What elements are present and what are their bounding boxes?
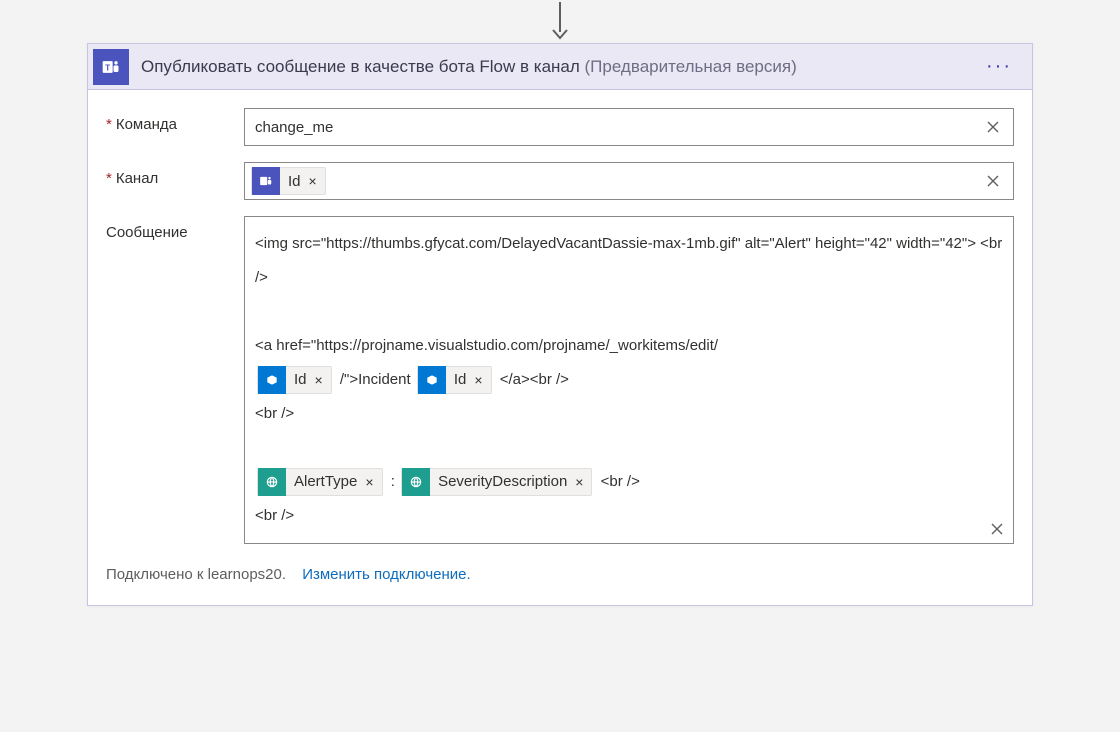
token-id-2[interactable]: Id × (417, 366, 492, 394)
change-connection-link[interactable]: Изменить подключение. (302, 566, 470, 583)
globe-icon (258, 468, 286, 496)
channel-label: *Канал (106, 162, 244, 200)
field-row-channel: *Канал Id × (106, 162, 1014, 200)
channel-input[interactable]: Id × (244, 162, 1014, 200)
connection-footer: Подключено к learnops20. Изменить подклю… (106, 566, 1014, 583)
token-remove-icon[interactable]: × (307, 173, 325, 189)
token-remove-icon[interactable]: × (363, 465, 381, 499)
message-input[interactable]: <img src="https://thumbs.gfycat.com/Dela… (244, 216, 1014, 544)
card-menu-button[interactable]: ··· (976, 55, 1022, 78)
flow-action-card: T Опубликовать сообщение в качестве бота… (87, 43, 1033, 606)
team-label: *Команда (106, 108, 244, 146)
field-row-team: *Команда change_me (106, 108, 1014, 146)
token-id-1[interactable]: Id × (257, 366, 332, 394)
card-header[interactable]: T Опубликовать сообщение в качестве бота… (88, 44, 1032, 90)
teams-icon: T (93, 49, 129, 85)
card-title: Опубликовать сообщение в качестве бота F… (141, 57, 976, 77)
token-remove-icon[interactable]: × (472, 363, 490, 397)
devops-icon (418, 366, 446, 394)
clear-channel-icon[interactable] (979, 169, 1007, 193)
token-remove-icon[interactable]: × (573, 465, 591, 499)
token-remove-icon[interactable]: × (313, 363, 331, 397)
field-row-message: Сообщение <img src="https://thumbs.gfyca… (106, 216, 1014, 544)
globe-icon (402, 468, 430, 496)
token-channel-id[interactable]: Id × (251, 167, 326, 195)
teams-icon (252, 167, 280, 195)
svg-text:T: T (105, 62, 110, 72)
devops-icon (258, 366, 286, 394)
token-alerttype[interactable]: AlertType × (257, 468, 383, 496)
connection-status: Подключено к learnops20. (106, 566, 286, 583)
clear-message-icon[interactable] (989, 521, 1005, 537)
clear-team-icon[interactable] (979, 115, 1007, 139)
token-severity[interactable]: SeverityDescription × (401, 468, 592, 496)
team-input[interactable]: change_me (244, 108, 1014, 146)
message-label: Сообщение (106, 216, 244, 544)
flow-arrow-icon (550, 0, 570, 42)
